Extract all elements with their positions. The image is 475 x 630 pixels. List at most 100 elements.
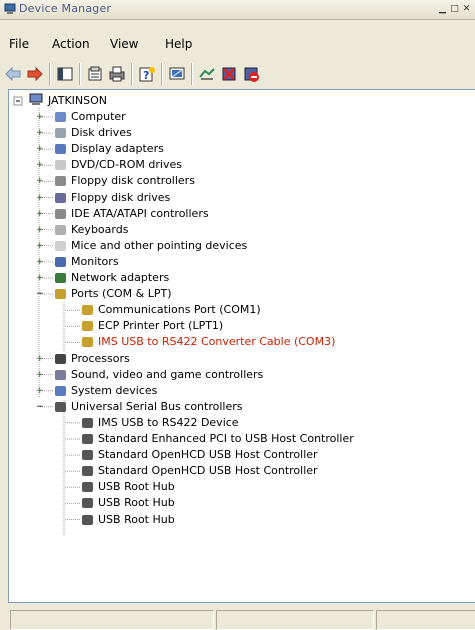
menu-view[interactable]: View [110, 37, 138, 51]
tree-device[interactable]: Standard OpenHCD USB Host Controller [82, 447, 318, 463]
tree-device[interactable]: IMS USB to RS422 Device [82, 415, 239, 431]
mouse-icon [55, 240, 66, 251]
tree-category-label: Disk drives [71, 126, 132, 140]
tree-device[interactable]: USB Root Hub [82, 512, 175, 528]
properties-icon[interactable] [86, 65, 104, 83]
tree-category[interactable]: Disk drives [55, 125, 132, 141]
scan-hardware-icon[interactable] [168, 65, 186, 83]
tree-device-label: Standard OpenHCD USB Host Controller [98, 464, 318, 478]
usb-icon [82, 514, 93, 525]
tree-category-label: System devices [71, 383, 158, 397]
expand-icon[interactable]: + [36, 193, 45, 203]
print-icon[interactable] [108, 65, 126, 83]
device-manager-icon [4, 3, 16, 14]
tree-category[interactable]: Network adapters [55, 270, 169, 286]
expand-icon[interactable]: + [36, 145, 45, 154]
system-icon [55, 385, 66, 396]
controller-icon [55, 176, 66, 187]
tree-device-label: IMS USB to RS422 Converter Cable (COM3) [98, 335, 336, 349]
menu-file[interactable]: File [9, 37, 29, 51]
tree-category-label: Floppy disk drives [71, 190, 171, 204]
menu-help[interactable]: Help [165, 37, 192, 51]
tree-device[interactable]: USB Root Hub [82, 479, 175, 495]
tree-device[interactable]: Communications Port (COM1) [82, 302, 261, 318]
usb-icon [82, 417, 93, 428]
tree-category-label: DVD/CD-ROM drives [71, 158, 182, 172]
computer-icon [55, 112, 66, 122]
tree-device-label: IMS USB to RS422 Device [98, 415, 239, 429]
display-icon [55, 144, 66, 155]
expand-icon[interactable]: + [36, 241, 45, 251]
tree-category[interactable]: Mice and other pointing devices [55, 238, 247, 254]
toolbar-separator [131, 63, 133, 85]
tree-category-label: Network adapters [71, 271, 170, 284]
tree-category-label: Mice and other pointing devices [71, 238, 248, 252]
expand-icon[interactable]: + [36, 225, 45, 235]
help-icon[interactable]: ? [138, 65, 156, 83]
tree-category-label: Floppy disk controllers [71, 174, 195, 188]
tree-category[interactable]: Floppy disk drives [55, 190, 170, 206]
expand-icon[interactable]: + [36, 113, 45, 122]
tree-category-label: Keyboards [71, 222, 129, 236]
tree-category[interactable]: Universal Serial Bus controllers [55, 399, 242, 415]
tree-device[interactable]: USB Root Hub [82, 495, 175, 511]
toolbar-separator [161, 63, 163, 85]
cdrom-icon [55, 160, 66, 171]
tree-category-label: Display adapters [71, 142, 164, 156]
expand-icon[interactable]: + [36, 274, 45, 283]
expand-icon[interactable]: + [36, 386, 45, 396]
tree-category[interactable]: IDE ATA/ATAPI controllers [55, 206, 209, 222]
controller-icon [55, 208, 66, 219]
expand-icon[interactable]: + [36, 354, 45, 364]
forward-arrow-icon[interactable] [26, 65, 44, 83]
expand-icon[interactable]: + [36, 129, 45, 138]
disk-icon [55, 128, 66, 139]
tree-device[interactable]: Standard OpenHCD USB Host Controller [82, 463, 318, 479]
tree-category[interactable]: DVD/CD-ROM drives [55, 157, 182, 173]
minimize-button[interactable]: ▁ [437, 3, 448, 15]
tree-category[interactable]: Display adapters [55, 141, 164, 157]
tree-device-label: ECP Printer Port (LPT1) [98, 319, 224, 333]
svg-text:?: ? [143, 69, 149, 82]
collapse-icon[interactable]: − [36, 402, 45, 412]
tree-category-label: Processors [71, 351, 130, 365]
tree-device[interactable]: Standard Enhanced PCI to USB Host Contro… [82, 431, 354, 447]
port-icon [82, 321, 93, 332]
tree-root[interactable]: JATKINSON [29, 93, 107, 109]
toolbar-separator [191, 63, 193, 85]
device-tree[interactable]: JATKINSON Computer + Disk drives + Display a… [8, 89, 475, 603]
expand-icon[interactable]: + [36, 370, 45, 380]
close-button[interactable]: ✕ [461, 3, 472, 15]
tree-category[interactable]: System devices [55, 383, 157, 399]
status-panel [376, 610, 475, 630]
tree-category-label: Universal Serial Bus controllers [71, 399, 243, 413]
usb-icon [82, 498, 93, 509]
update-driver-icon[interactable] [198, 65, 216, 83]
maximize-button[interactable]: □ [449, 3, 460, 15]
processor-icon [55, 353, 66, 364]
expand-icon[interactable]: + [36, 177, 45, 186]
expand-icon[interactable]: + [36, 209, 45, 219]
tree-category[interactable]: Processors [55, 351, 130, 367]
tree-device[interactable]: ECP Printer Port (LPT1) [82, 318, 223, 334]
tree-category[interactable]: Keyboards [55, 222, 128, 238]
tree-category[interactable]: Ports (COM & LPT) [55, 286, 172, 302]
collapse-icon[interactable]: − [36, 290, 45, 299]
menu-action[interactable]: Action [52, 37, 90, 51]
expand-icon[interactable]: + [36, 257, 45, 267]
back-arrow-icon[interactable] [4, 65, 22, 83]
expand-icon[interactable]: + [36, 161, 45, 170]
disable-icon[interactable] [242, 65, 260, 83]
sound-icon [55, 369, 66, 380]
tree-category[interactable]: Monitors [55, 254, 119, 270]
tree-category-label: IDE ATA/ATAPI controllers [71, 206, 209, 220]
console-tree-icon[interactable] [56, 65, 74, 83]
tree-category[interactable]: Sound, video and game controllers [55, 367, 263, 383]
uninstall-icon[interactable] [220, 65, 238, 83]
tree-category[interactable]: Floppy disk controllers [55, 173, 195, 189]
keyboard-icon [55, 224, 66, 235]
usb-icon [82, 466, 93, 477]
status-bar [0, 607, 475, 630]
tree-category[interactable]: Computer [55, 109, 126, 125]
tree-device[interactable]: IMS USB to RS422 Converter Cable (COM3) [82, 334, 335, 350]
